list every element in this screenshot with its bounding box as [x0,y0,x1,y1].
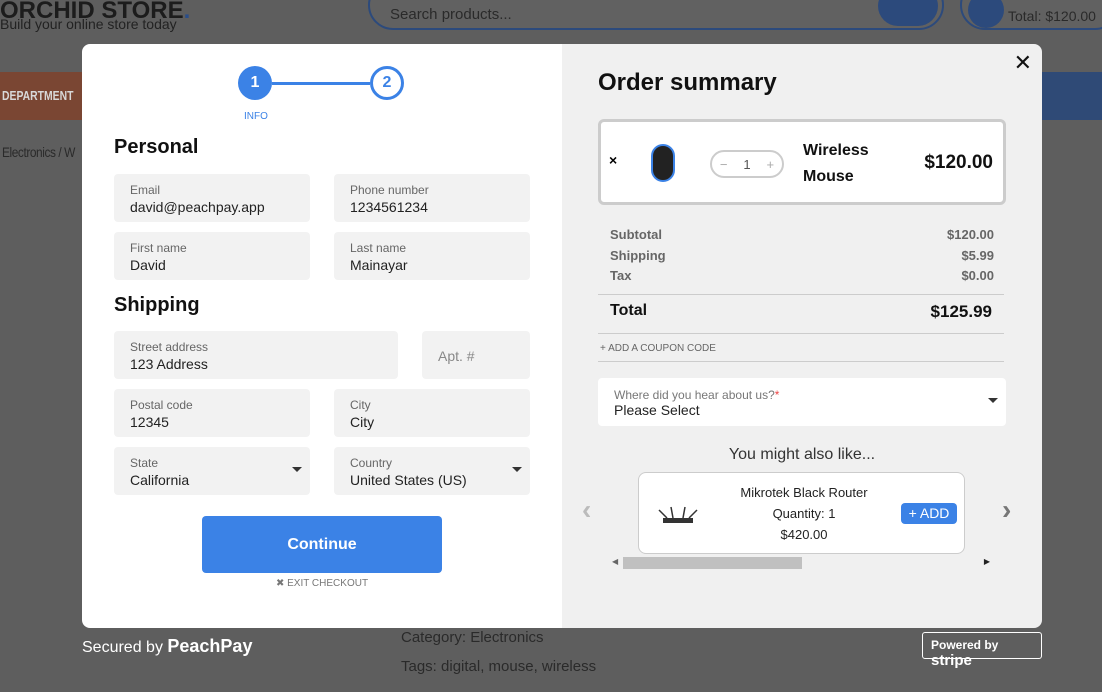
cart-icon [968,0,1004,28]
state-select[interactable]: State California [114,447,310,495]
search-icon[interactable] [878,0,938,26]
step-2: 2 [370,66,404,100]
quantity-value: 1 [743,156,751,172]
product-tags: Tags: digital, mouse, wireless [401,658,597,675]
remove-item-button[interactable]: × [609,152,617,168]
hear-label: Where did you hear about us?* [614,388,780,402]
street-value: 123 Address [130,356,208,372]
rec-quantity: Quantity: 1 [772,506,836,521]
mouse-image [651,144,675,182]
last-name-field[interactable]: Last name Mainayar [334,232,530,280]
cart-item: × −1 + Wireless Mouse $120.00 [598,119,1006,205]
apt-placeholder: Apt. # [438,348,475,364]
checkout-modal: 1 2 INFO Personal Email david@peachpay.ap… [82,44,1042,628]
phone-field[interactable]: Phone number 1234561234 [334,174,530,222]
department-label: DEPARTMENT [2,88,74,103]
close-icon[interactable]: ✕ [1014,50,1032,76]
phone-value: 1234561234 [350,199,428,215]
secured-by-peachpay: Secured by PeachPay [82,636,253,656]
step-1-label: INFO [244,111,268,122]
email-label: Email [130,183,161,197]
close-icon: ✖ [275,578,288,589]
breadcrumb: Electronics / W [2,144,75,160]
minus-icon[interactable]: − [720,157,728,172]
city-value: City [350,414,375,430]
country-value: United States (US) [350,472,467,488]
store-search[interactable]: Search products... [368,0,944,30]
last-name-label: Last name [350,241,407,255]
first-name-label: First name [130,241,187,255]
city-label: City [350,398,371,412]
item-price: $120.00 [924,152,993,173]
recommended-product: Mikrotek Black Router Quantity: 1 $420.0… [638,472,965,554]
chevron-right-icon[interactable]: › [1002,494,1011,526]
divider [598,361,1004,362]
scrollbar-thumb[interactable] [623,557,802,569]
store-tagline: Build your online store today [0,16,177,32]
exit-checkout-link[interactable]: ✖ EXIT CHECKOUT [82,578,562,589]
state-label: State [130,456,159,470]
email-value: david@peachpay.app [130,199,265,215]
personal-heading: Personal [114,136,199,158]
router-image [658,506,698,523]
quantity-stepper[interactable]: −1 + [710,150,784,178]
street-label: Street address [130,340,209,354]
shipping-heading: Shipping [114,294,200,316]
order-summary: ✕ Order summary × −1 + Wireless Mouse $120… [562,44,1042,628]
item-name: Wireless Mouse [803,142,869,185]
caret-down-icon [292,467,302,472]
cart-button[interactable]: Total: $120.00 [960,0,1102,30]
subtotal-row: Subtotal $120.00 [610,227,994,242]
exit-label: EXIT CHECKOUT [287,578,369,589]
scroll-left-icon[interactable]: ◀ [612,557,618,566]
last-name-value: Mainayar [350,257,408,273]
first-name-value: David [130,257,166,273]
first-name-field[interactable]: First name David [114,232,310,280]
continue-button[interactable]: Continue [202,516,442,573]
checkout-form: 1 2 INFO Personal Email david@peachpay.ap… [82,44,562,628]
postal-value: 12345 [130,414,169,430]
cart-total: Total: $120.00 [1008,8,1096,24]
rec-price: $420.00 [780,527,828,542]
country-label: Country [350,456,393,470]
tax-row: Tax $0.00 [610,268,994,283]
email-field[interactable]: Email david@peachpay.app [114,174,310,222]
hear-value: Please Select [614,402,700,418]
caret-down-icon [512,467,522,472]
scroll-right-icon[interactable]: ▶ [984,557,990,566]
rec-name: Mikrotek Black Router [740,485,868,500]
apt-field[interactable]: Apt. # [422,331,530,379]
add-coupon-link[interactable]: + ADD A COUPON CODE [600,343,716,354]
country-select[interactable]: Country United States (US) [334,447,530,495]
step-1: 1 [238,66,272,100]
carousel-scrollbar[interactable]: ◀ ▶ [610,556,992,569]
phone-label: Phone number [350,183,429,197]
chevron-left-icon[interactable]: ‹ [582,494,591,526]
total-row: Total $125.99 [598,294,1004,334]
hear-about-select[interactable]: Where did you hear about us?* Please Sele… [598,378,1006,426]
city-field[interactable]: City City [334,389,530,437]
step-connector [272,82,370,85]
postal-label: Postal code [130,398,193,412]
shipping-row: Shipping $5.99 [610,248,994,263]
recommendations-heading: You might also like... [728,446,876,463]
add-recommended-button[interactable]: + ADD [901,503,957,524]
caret-down-icon [988,398,998,403]
state-value: California [130,472,190,488]
peachpay-logo: PeachPay [167,636,253,656]
plus-icon[interactable]: + [766,157,774,172]
postal-field[interactable]: Postal code 12345 [114,389,310,437]
powered-by-stripe: Powered by stripe [922,632,1042,669]
order-summary-title: Order summary [598,69,777,96]
stripe-logo: stripe [931,652,972,669]
street-field[interactable]: Street address 123 Address [114,331,398,379]
product-category: Category: Electronics [401,629,544,646]
search-placeholder: Search products... [390,6,512,23]
